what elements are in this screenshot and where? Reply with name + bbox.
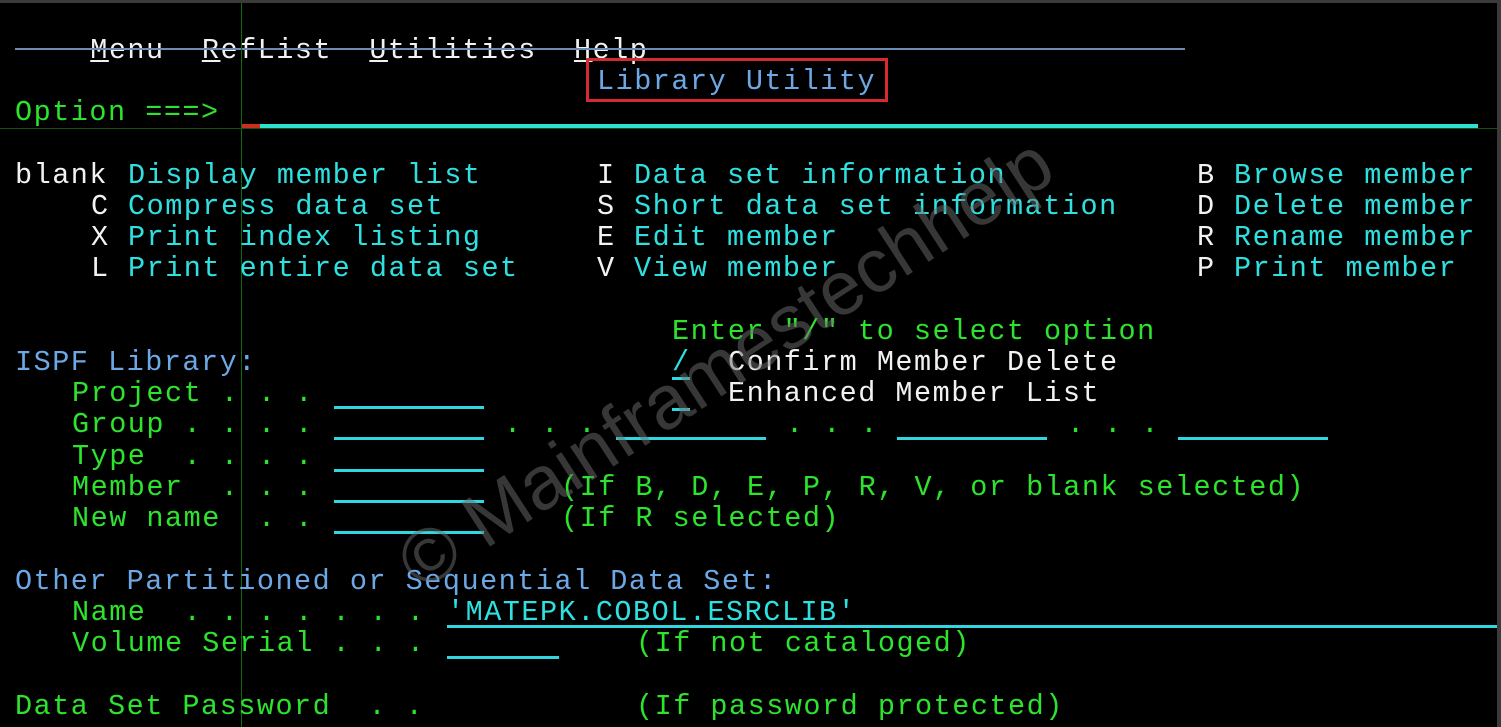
menu-item-menu[interactable]: Menu	[90, 34, 164, 67]
group-input-2[interactable]	[616, 437, 766, 440]
group-separator-3: . . .	[1067, 408, 1161, 441]
new-name-hint: (If R selected)	[561, 502, 841, 535]
menu-bar: Menu RefList Utilities Help	[53, 4, 648, 66]
option-key-e: E	[597, 221, 616, 254]
window-frame-right	[1497, 0, 1501, 727]
option-key-p: P	[1197, 252, 1216, 285]
option-display-member-list[interactable]: Display member list	[128, 160, 481, 191]
dsname-input[interactable]	[447, 625, 1497, 628]
option-print-entire-data-set[interactable]: Print entire data set	[128, 253, 519, 284]
option-key-blank: blank	[15, 159, 109, 192]
option-print-member[interactable]: Print member	[1234, 253, 1457, 284]
dsname-value: 'MATEPK.COBOL.ESRCLIB'	[447, 596, 857, 629]
menu-divider	[15, 48, 1185, 50]
type-label: Type . . . .	[72, 440, 314, 473]
member-label: Member . . .	[72, 471, 314, 504]
option-key-d: D	[1197, 190, 1216, 223]
confirm-delete-label: Confirm Member Delete	[728, 346, 1119, 379]
password-label: Data Set Password . .	[15, 690, 425, 723]
other-dataset-heading: Other Partitioned or Sequential Data Set…	[15, 565, 778, 598]
option-view-member[interactable]: View member	[634, 253, 839, 284]
new-name-label: New name . .	[72, 502, 314, 535]
member-hint: (If B, D, E, P, R, V, or blank selected)	[561, 471, 1306, 504]
enhanced-list-checkbox[interactable]	[672, 408, 690, 411]
option-compress-data-set[interactable]: Compress data set	[128, 191, 444, 222]
group-label: Group . . . .	[72, 408, 314, 441]
option-key-c: C	[91, 190, 110, 223]
option-data-set-information[interactable]: Data set information	[634, 160, 1006, 191]
window-frame-top	[0, 0, 1501, 3]
dsname-label: Name . . . . . . .	[72, 596, 426, 629]
select-option-heading: Enter "/" to select option	[672, 315, 1156, 348]
option-short-data-set-information[interactable]: Short data set information	[634, 191, 1118, 222]
option-rename-member[interactable]: Rename member	[1234, 222, 1476, 253]
title-highlight-box	[586, 58, 888, 102]
option-key-l: L	[91, 252, 110, 285]
option-key-i: I	[597, 159, 616, 192]
group-input-4[interactable]	[1178, 437, 1328, 440]
group-input-3[interactable]	[897, 437, 1047, 440]
option-delete-member[interactable]: Delete member	[1234, 191, 1476, 222]
confirm-delete-checkbox[interactable]	[672, 377, 690, 380]
member-input[interactable]	[334, 500, 484, 503]
volume-serial-label: Volume Serial . . .	[72, 627, 426, 660]
project-label: Project . . .	[72, 377, 314, 410]
crosshair-horizontal	[0, 128, 1497, 129]
option-key-r: R	[1197, 221, 1216, 254]
command-label: Option ===>	[15, 96, 220, 129]
confirm-delete-checkbox-value[interactable]: /	[672, 347, 691, 378]
option-key-s: S	[597, 190, 616, 223]
menu-item-utilities[interactable]: Utilities	[369, 34, 536, 67]
group-separator-1: . . .	[504, 408, 598, 441]
password-input[interactable]	[447, 691, 597, 722]
ispf-library-heading: ISPF Library:	[15, 346, 257, 379]
option-browse-member[interactable]: Browse member	[1234, 160, 1476, 191]
option-print-index-listing[interactable]: Print index listing	[128, 222, 481, 253]
volume-serial-input[interactable]	[447, 656, 559, 659]
enhanced-list-label: Enhanced Member List	[728, 377, 1101, 410]
type-input[interactable]	[334, 469, 484, 472]
option-key-v: V	[597, 252, 616, 285]
menu-item-reflist[interactable]: RefList	[202, 34, 332, 67]
group-input[interactable]	[334, 437, 484, 440]
option-key-b: B	[1197, 159, 1216, 192]
new-name-input[interactable]	[334, 531, 484, 534]
project-input[interactable]	[334, 406, 484, 409]
group-separator-2: . . .	[786, 408, 880, 441]
option-edit-member[interactable]: Edit member	[634, 222, 839, 253]
password-hint: (If password protected)	[636, 690, 1064, 723]
option-key-x: X	[91, 221, 110, 254]
volume-serial-hint: (If not cataloged)	[636, 627, 971, 660]
